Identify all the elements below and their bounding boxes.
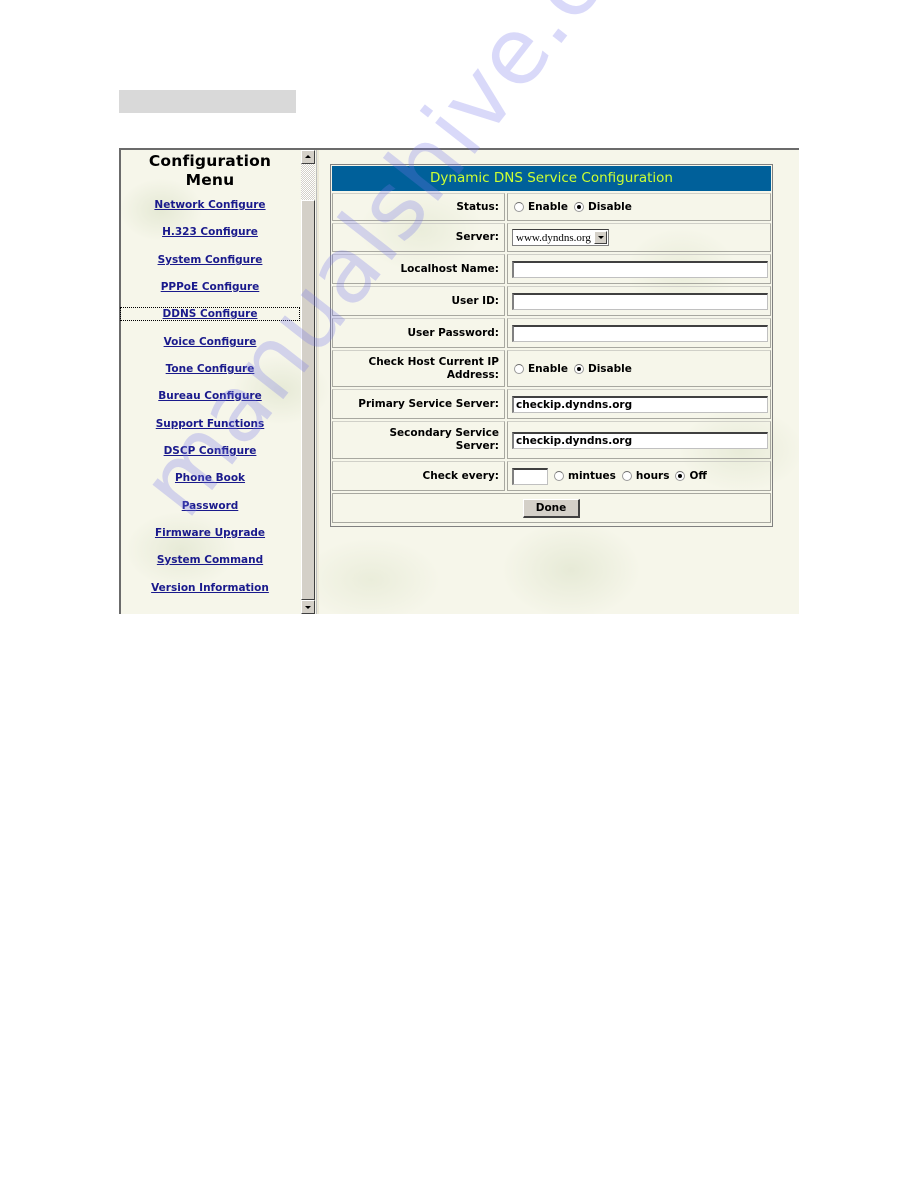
user-id-row: User ID: bbox=[332, 285, 771, 317]
frame-divider bbox=[316, 150, 319, 614]
menu-item-password[interactable]: Password bbox=[121, 500, 299, 512]
status-enable-label: Enable bbox=[528, 201, 568, 213]
localhost-name-label: Localhost Name: bbox=[332, 254, 505, 284]
browser-frame: Configuration Menu Network Configure H.3… bbox=[119, 148, 799, 614]
configuration-menu: Configuration Menu Network Configure H.3… bbox=[120, 150, 300, 614]
menu-item-network-configure[interactable]: Network Configure bbox=[121, 199, 299, 211]
status-disable-radio[interactable] bbox=[573, 202, 584, 212]
check-host-ip-disable-radio[interactable] bbox=[573, 363, 584, 374]
menu-item-phone-book[interactable]: Phone Book bbox=[121, 472, 299, 484]
ddns-config-form: Dynamic DNS Service Configuration Status… bbox=[330, 164, 773, 527]
user-id-input[interactable] bbox=[512, 292, 768, 310]
menu-item-voice-configure[interactable]: Voice Configure bbox=[121, 336, 299, 348]
localhost-name-row: Localhost Name: bbox=[332, 253, 771, 285]
primary-server-cell: checkip.dyndns.org bbox=[507, 389, 771, 419]
menu-title-line1: Configuration bbox=[148, 152, 272, 170]
secondary-server-cell: checkip.dyndns.org bbox=[507, 421, 771, 459]
menu-item-dscp-configure[interactable]: DSCP Configure bbox=[121, 445, 299, 457]
check-host-ip-enable-radio[interactable] bbox=[514, 363, 524, 374]
status-options: Enable Disable bbox=[507, 193, 771, 221]
done-button[interactable]: Done bbox=[522, 498, 581, 518]
check-every-row: Check every: mintues hours Off bbox=[332, 460, 771, 492]
user-id-cell bbox=[507, 286, 771, 316]
user-password-cell bbox=[507, 318, 771, 348]
scroll-up-button[interactable] bbox=[301, 150, 315, 164]
menu-title: Configuration Menu bbox=[121, 152, 299, 190]
status-enable-radio[interactable] bbox=[514, 202, 524, 212]
check-every-hours-label: hours bbox=[635, 470, 670, 482]
check-host-ip-label: Check Host Current IP Address: bbox=[332, 350, 505, 387]
scroll-down-button[interactable] bbox=[301, 600, 315, 614]
server-row: Server: www.dyndns.org bbox=[332, 222, 771, 253]
secondary-server-label: Secondary Service Server: bbox=[332, 421, 505, 459]
menu-item-system-configure[interactable]: System Configure bbox=[121, 254, 299, 266]
localhost-name-input[interactable] bbox=[512, 260, 768, 278]
menu-item-pppoe-configure[interactable]: PPPoE Configure bbox=[121, 281, 299, 293]
menu-scrollbar[interactable] bbox=[301, 150, 315, 614]
menu-item-support-functions[interactable]: Support Functions bbox=[121, 418, 299, 430]
scrollbar-track[interactable] bbox=[301, 164, 315, 200]
user-id-label: User ID: bbox=[332, 286, 505, 316]
done-row: Done bbox=[332, 492, 771, 524]
user-password-row: User Password: bbox=[332, 317, 771, 349]
menu-item-version-information[interactable]: Version Information bbox=[121, 582, 299, 594]
arrow-down-icon bbox=[305, 606, 311, 609]
status-disable-label: Disable bbox=[587, 201, 632, 213]
menu-item-tone-configure[interactable]: Tone Configure bbox=[121, 363, 299, 375]
check-every-input[interactable] bbox=[512, 467, 548, 485]
server-label: Server: bbox=[332, 223, 505, 252]
server-cell: www.dyndns.org bbox=[507, 223, 771, 252]
menu-item-bureau-configure[interactable]: Bureau Configure bbox=[121, 390, 299, 402]
check-every-hours-radio[interactable] bbox=[621, 471, 632, 481]
check-every-off-radio[interactable] bbox=[675, 471, 686, 481]
menu-item-firmware-upgrade[interactable]: Firmware Upgrade bbox=[121, 527, 299, 539]
user-password-input[interactable] bbox=[512, 324, 768, 342]
server-select-value: www.dyndns.org bbox=[516, 231, 591, 244]
check-host-ip-options: Enable Disable bbox=[507, 350, 771, 387]
scrollbar-thumb[interactable] bbox=[301, 200, 315, 600]
primary-server-label: Primary Service Server: bbox=[332, 389, 505, 419]
check-every-off-label: Off bbox=[689, 470, 707, 482]
form-title: Dynamic DNS Service Configuration bbox=[332, 166, 771, 191]
status-row: Status: Enable Disable bbox=[332, 192, 771, 222]
check-host-ip-row: Check Host Current IP Address: Enable Di… bbox=[332, 349, 771, 388]
arrow-up-icon bbox=[305, 155, 311, 158]
done-cell: Done bbox=[332, 493, 771, 523]
primary-server-row: Primary Service Server: checkip.dyndns.o… bbox=[332, 388, 771, 420]
check-every-minutes-label: mintues bbox=[568, 470, 616, 482]
caption-placeholder-bar bbox=[119, 90, 296, 113]
secondary-server-input[interactable]: checkip.dyndns.org bbox=[512, 431, 768, 449]
status-label: Status: bbox=[332, 193, 505, 221]
menu-item-h323-configure[interactable]: H.323 Configure bbox=[121, 226, 299, 238]
user-password-label: User Password: bbox=[332, 318, 505, 348]
check-every-minutes-radio[interactable] bbox=[554, 471, 564, 481]
check-host-ip-enable-label: Enable bbox=[528, 362, 568, 375]
check-host-ip-disable-label: Disable bbox=[587, 362, 632, 375]
menu-item-ddns-configure[interactable]: DDNS Configure bbox=[120, 307, 300, 321]
secondary-server-row: Secondary Service Server: checkip.dyndns… bbox=[332, 420, 771, 460]
check-every-cell: mintues hours Off bbox=[507, 461, 771, 491]
check-every-label: Check every: bbox=[332, 461, 505, 491]
menu-item-system-command[interactable]: System Command bbox=[121, 554, 299, 566]
primary-server-input[interactable]: checkip.dyndns.org bbox=[512, 395, 768, 413]
menu-title-line2: Menu bbox=[185, 171, 235, 189]
localhost-name-cell bbox=[507, 254, 771, 284]
chevron-down-icon[interactable] bbox=[593, 231, 607, 244]
server-select[interactable]: www.dyndns.org bbox=[512, 229, 609, 246]
